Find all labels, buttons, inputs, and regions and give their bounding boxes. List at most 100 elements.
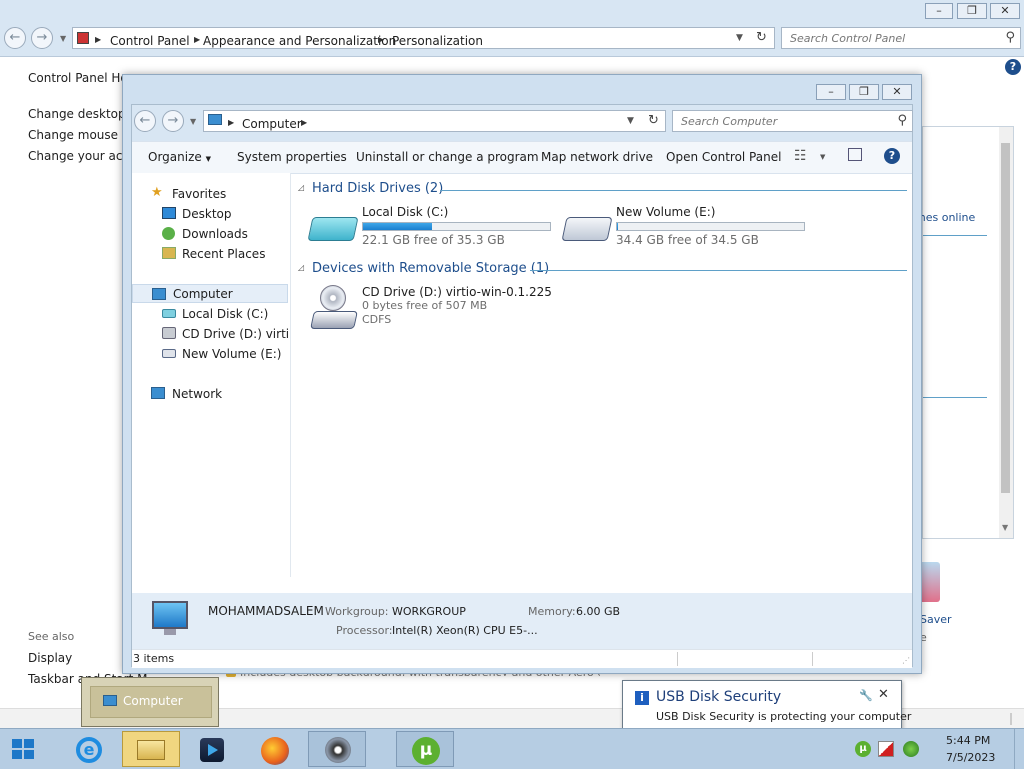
clock-time[interactable]: 5:44 PM xyxy=(946,734,990,747)
help-icon[interactable]: ? xyxy=(1005,59,1021,75)
close-button[interactable]: ✕ xyxy=(882,84,912,100)
content-pane: ◿ Hard Disk Drives (2) Local Disk (C:) 2… xyxy=(292,173,912,577)
forward-button[interactable]: → xyxy=(31,27,53,49)
address-dropdown-icon[interactable]: ▼ xyxy=(627,116,634,126)
thumbnail-inner: Computer xyxy=(90,686,212,718)
view-dropdown-icon[interactable]: ▼ xyxy=(820,153,825,161)
scrollbar-thumb[interactable] xyxy=(1001,143,1010,493)
options-icon[interactable]: 🔧 xyxy=(859,689,873,702)
forward-button[interactable]: → xyxy=(162,110,184,132)
nav-cd-drive[interactable]: CD Drive (D:) virtio-w xyxy=(132,324,288,344)
drive-e-usage-bar xyxy=(616,222,805,231)
nav-network[interactable]: Network xyxy=(132,384,288,404)
breadcrumb-computer[interactable]: Computer xyxy=(242,117,302,131)
nav-new-volume[interactable]: New Volume (E:) xyxy=(132,344,288,364)
nav-favorites-label: Favorites xyxy=(172,187,227,201)
usb-disk-security-notification[interactable]: i USB Disk Security USB Disk Security is… xyxy=(622,680,911,730)
see-also-label: See also xyxy=(28,630,75,643)
search-icon[interactable]: ⚲ xyxy=(1005,30,1015,45)
screen-saver-link[interactable]: Saver xyxy=(920,613,952,626)
firefox-taskbar-button[interactable] xyxy=(245,731,303,767)
scroll-down-icon[interactable]: ▼ xyxy=(1002,523,1008,532)
network-tray-icon[interactable] xyxy=(903,741,919,757)
media-player-taskbar-button[interactable] xyxy=(182,731,240,767)
nav-downloads[interactable]: Downloads xyxy=(132,224,288,244)
removable-group-header[interactable]: Devices with Removable Storage (1) xyxy=(312,261,549,276)
nav-local-disk[interactable]: Local Disk (C:) xyxy=(132,304,288,324)
nav-recent-places[interactable]: Recent Places xyxy=(132,244,288,264)
organize-button[interactable]: Organize ▼ xyxy=(148,150,211,164)
collapse-group-icon[interactable]: ◿ xyxy=(298,183,304,192)
utorrent-tray-icon[interactable]: µ xyxy=(855,741,871,757)
minimize-button[interactable]: – xyxy=(925,3,953,19)
resize-grip[interactable] xyxy=(1010,713,1012,725)
control-panel-address-bar[interactable]: ▶ Control Panel ▶ Appearance and Persona… xyxy=(72,27,775,49)
close-button[interactable]: ✕ xyxy=(990,3,1020,19)
cd-drive-icon xyxy=(162,327,176,339)
themes-scrollbar[interactable]: ▼ xyxy=(999,127,1013,538)
taskbar-thumbnail[interactable]: Computer xyxy=(81,677,219,727)
network-icon xyxy=(151,387,165,399)
view-options-icon[interactable]: ☷ xyxy=(794,148,807,164)
nav-computer[interactable]: Computer xyxy=(132,284,288,303)
preview-pane-icon[interactable] xyxy=(848,148,862,161)
display-link[interactable]: Display xyxy=(28,651,72,665)
change-account-picture-link[interactable]: Change your acco xyxy=(28,149,136,163)
recent-pages-chevron-icon[interactable]: ▼ xyxy=(190,117,196,126)
system-properties-button[interactable]: System properties xyxy=(237,150,347,164)
search-placeholder: Search Control Panel xyxy=(790,32,906,45)
drive-c-name: Local Disk (C:) xyxy=(362,205,449,219)
minimize-button[interactable]: – xyxy=(816,84,846,100)
windows-logo-pane xyxy=(12,750,22,759)
refresh-icon[interactable]: ↻ xyxy=(648,113,659,128)
hdd-group-header[interactable]: Hard Disk Drives (2) xyxy=(312,181,443,196)
maximize-button[interactable]: ❐ xyxy=(849,84,879,100)
explorer-nav-bar: ← → ▼ ▶ Computer ▶ ▼ ↻ Search Computer ⚲ xyxy=(132,105,913,141)
show-desktop-button[interactable] xyxy=(1014,729,1024,769)
control-panel-icon xyxy=(77,32,89,44)
resize-grip-icon[interactable]: ⋰ xyxy=(902,656,910,665)
breadcrumb-control-panel[interactable]: Control Panel xyxy=(110,34,190,48)
computer-icon xyxy=(152,288,166,300)
webcam-icon xyxy=(325,737,351,763)
help-icon[interactable]: ? xyxy=(884,148,900,164)
computer-window: – ❐ ✕ ← → ▼ ▶ Computer ▶ ▼ ↻ Search Comp… xyxy=(122,74,922,674)
divider xyxy=(812,652,813,666)
nav-desktop[interactable]: Desktop xyxy=(132,204,288,224)
open-control-panel-button[interactable]: Open Control Panel xyxy=(666,150,781,164)
address-dropdown-icon[interactable]: ▼ xyxy=(736,33,743,43)
explorer-client-area: ← → ▼ ▶ Computer ▶ ▼ ↻ Search Computer ⚲… xyxy=(131,104,913,668)
uninstall-program-button[interactable]: Uninstall or change a program xyxy=(356,150,539,164)
nav-favorites[interactable]: ★ Favorites xyxy=(132,184,288,204)
drive-tile-d[interactable]: CD Drive (D:) virtio-win-0.1.225 0 bytes… xyxy=(308,283,608,333)
desktop-icon xyxy=(162,207,176,219)
drive-tile-e[interactable]: New Volume (E:) 34.4 GB free of 34.5 GB xyxy=(561,203,810,247)
folder-icon xyxy=(137,740,165,760)
recent-pages-chevron-icon[interactable]: ▼ xyxy=(60,34,66,43)
search-icon[interactable]: ⚲ xyxy=(897,113,907,128)
back-button[interactable]: ← xyxy=(134,110,156,132)
webcam-app-taskbar-button[interactable] xyxy=(308,731,366,767)
collapse-group-icon[interactable]: ◿ xyxy=(298,263,304,272)
maximize-button[interactable]: ❐ xyxy=(957,3,987,19)
explorer-address-bar[interactable]: ▶ Computer ▶ ▼ ↻ xyxy=(203,110,666,132)
file-explorer-taskbar-button[interactable] xyxy=(122,731,180,767)
start-button[interactable] xyxy=(12,739,34,759)
map-network-drive-button[interactable]: Map network drive xyxy=(541,150,653,164)
explorer-search-box[interactable]: Search Computer ⚲ xyxy=(672,110,913,132)
clock-date[interactable]: 7/5/2023 xyxy=(946,751,995,764)
refresh-icon[interactable]: ↻ xyxy=(756,30,767,45)
utorrent-taskbar-button[interactable]: µ xyxy=(396,731,454,767)
breadcrumb-personalization[interactable]: Personalization xyxy=(392,34,483,48)
internet-explorer-icon: e xyxy=(76,737,102,763)
internet-explorer-taskbar-button[interactable]: e xyxy=(62,731,120,767)
control-panel-search-box[interactable]: Search Control Panel ⚲ xyxy=(781,27,1021,49)
change-mouse-pointers-link[interactable]: Change mouse po xyxy=(28,128,137,142)
close-icon[interactable]: ✕ xyxy=(878,687,889,702)
drive-tile-c[interactable]: Local Disk (C:) 22.1 GB free of 35.3 GB xyxy=(307,203,556,247)
control-panel-nav-bar: ← → ▼ ▶ Control Panel ▶ Appearance and P… xyxy=(0,24,1024,57)
breadcrumb-appearance[interactable]: Appearance and Personalization xyxy=(203,34,396,48)
usb-disk-security-tray-icon[interactable] xyxy=(878,741,894,757)
back-button[interactable]: ← xyxy=(4,27,26,49)
get-more-themes-link[interactable]: mes online xyxy=(915,211,975,224)
